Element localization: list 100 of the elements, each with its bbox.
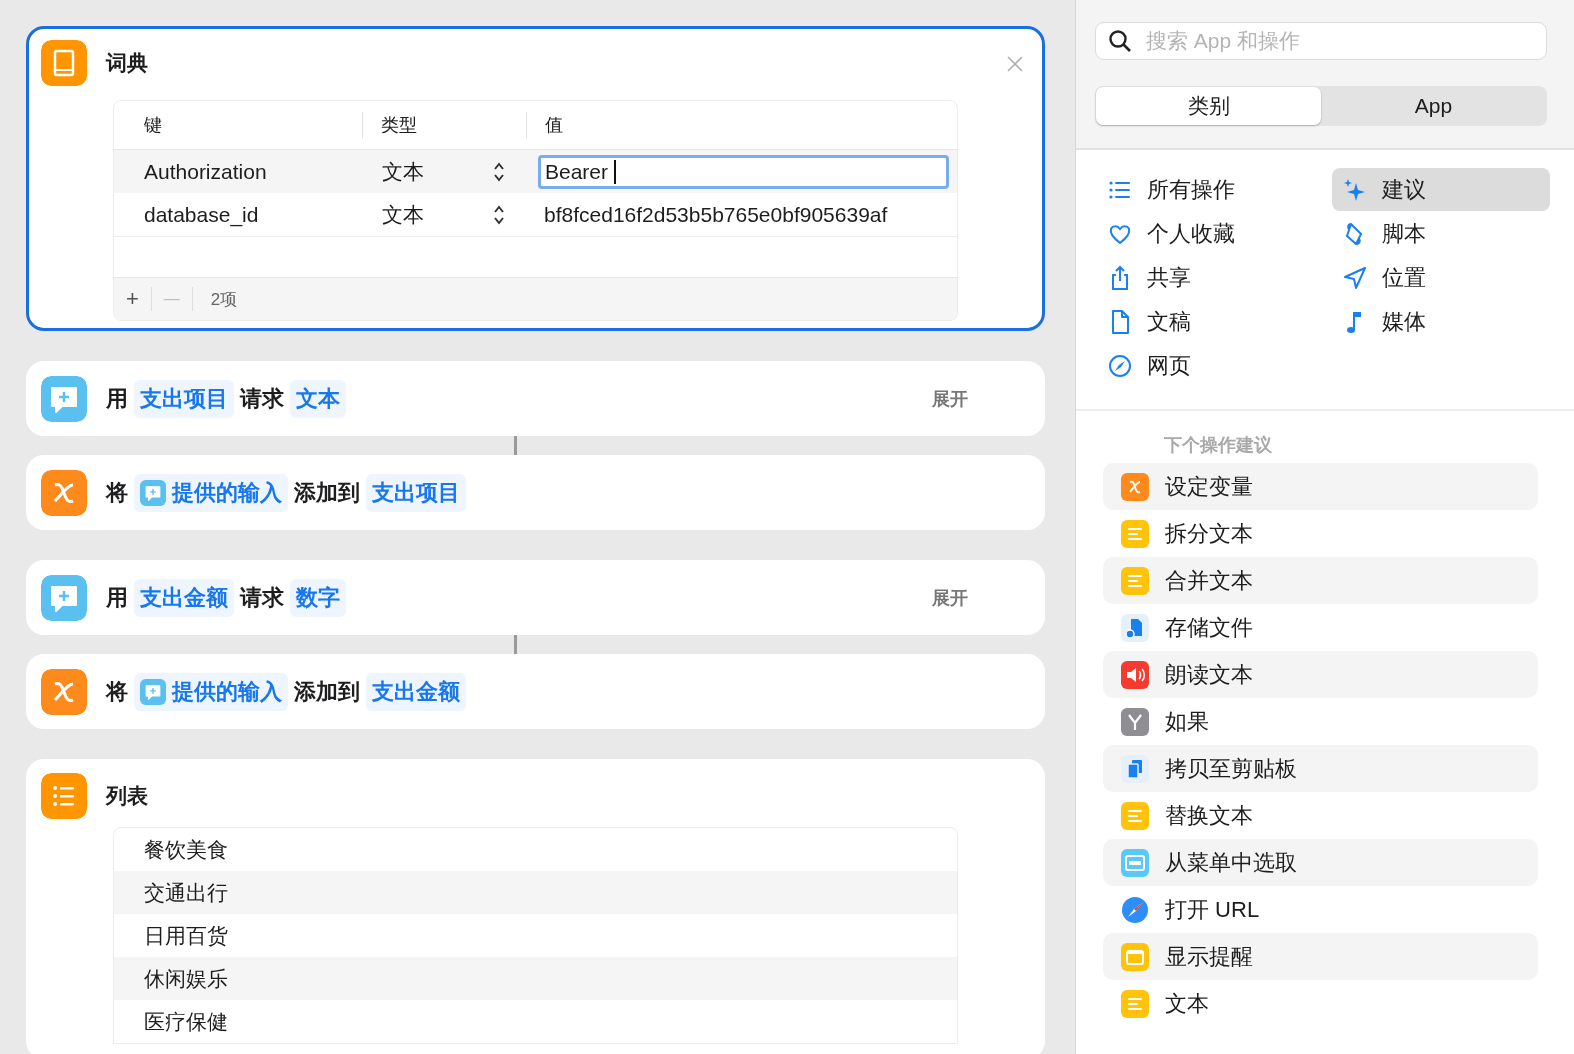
variable-token[interactable]: 提供的输入 (134, 473, 288, 512)
search-input[interactable]: 搜索 App 和操作 (1146, 26, 1534, 56)
category-label: 位置 (1382, 263, 1426, 292)
category-item[interactable]: 脚本 (1332, 212, 1550, 255)
category-label: 个人收藏 (1147, 219, 1235, 248)
suggestion-item[interactable]: 设定变量 (1103, 463, 1538, 510)
suggestion-label: 从菜单中选取 (1165, 848, 1297, 877)
column-header: 键 (143, 114, 163, 137)
value-field[interactable]: Bearer (538, 154, 949, 189)
action-text: 用 (106, 583, 128, 612)
speech-bubble-icon (140, 479, 166, 506)
variable-token[interactable]: 支出金额 (366, 672, 466, 711)
suggestion-label: 朗读文本 (1165, 660, 1253, 689)
category-item[interactable]: 个人收藏 (1097, 212, 1332, 255)
item-count: 2项 (209, 288, 238, 311)
branch-icon (1121, 707, 1149, 736)
list-item: 日用百货 (143, 922, 229, 949)
category-label: 建议 (1382, 175, 1426, 204)
card-title: 列表 (106, 783, 148, 809)
action-text: 将 (106, 478, 128, 507)
category-label: 脚本 (1382, 219, 1426, 248)
text-icon (1121, 801, 1149, 830)
value-cell-text: bf8fced16f2d53b5b765e0bf905639af (543, 202, 889, 227)
variable-token[interactable]: 支出项目 (366, 473, 466, 512)
suggestion-item[interactable]: 拆分文本 (1103, 510, 1538, 557)
suggestion-label: 存储文件 (1165, 613, 1253, 642)
list-item: 交通出行 (114, 871, 957, 914)
variable-token[interactable]: 数字 (290, 578, 346, 617)
variable-token[interactable]: 支出金额 (134, 578, 234, 617)
clipboard-icon (1121, 754, 1149, 783)
suggestion-item[interactable]: 打开 URL (1103, 886, 1538, 933)
expand-link[interactable]: 展开 (932, 386, 968, 411)
speaker-icon (1121, 660, 1149, 689)
suggestion-label: 拷贝至剪贴板 (1165, 754, 1297, 783)
column-header: 类型 (362, 112, 526, 138)
text-icon (1121, 519, 1149, 548)
key-cell-text: Authorization (143, 159, 268, 184)
action-text: 用 (106, 384, 128, 413)
speech-bubble-icon (41, 375, 87, 422)
variable-token[interactable]: 支出项目 (134, 379, 234, 418)
suggestion-item[interactable]: 存储文件 (1103, 604, 1538, 651)
window-icon (1121, 942, 1149, 971)
variable-icon (41, 469, 87, 516)
suggestion-item[interactable]: 替换文本 (1103, 792, 1538, 839)
compass-icon (1107, 352, 1133, 379)
segmented-control[interactable]: 类别 App (1095, 86, 1547, 126)
compass-icon (1121, 895, 1149, 924)
add-button[interactable]: + (114, 287, 152, 311)
suggestion-item[interactable]: 文本 (1103, 980, 1538, 1027)
category-item[interactable]: 文稿 (1097, 300, 1332, 343)
type-popup[interactable]: 文本 (382, 157, 424, 186)
menu-icon (1121, 848, 1149, 877)
category-label: 网页 (1147, 351, 1191, 380)
list-icon (41, 773, 87, 819)
category-item[interactable]: 建议 (1332, 168, 1550, 211)
category-label: 文稿 (1147, 307, 1191, 336)
suggestion-label: 显示提醒 (1165, 942, 1253, 971)
category-label: 所有操作 (1147, 175, 1235, 204)
suggestion-item[interactable]: 朗读文本 (1103, 651, 1538, 698)
speech-bubble-icon (41, 574, 87, 621)
category-item[interactable]: 所有操作 (1097, 168, 1332, 211)
suggestion-item[interactable]: 合并文本 (1103, 557, 1538, 604)
text-icon (1121, 989, 1149, 1018)
segment-tab[interactable]: 类别 (1096, 87, 1321, 125)
suggestion-label: 替换文本 (1165, 801, 1253, 830)
suggestion-item[interactable]: 从菜单中选取 (1103, 839, 1538, 886)
action-text: 请求 (240, 384, 284, 413)
file-icon (1121, 613, 1149, 642)
action-text: 添加到 (294, 478, 360, 507)
suggestion-item[interactable]: 显示提醒 (1103, 933, 1538, 980)
speech-bubble-icon (140, 678, 166, 705)
section-heading: 下个操作建议 (1163, 434, 1273, 457)
suggestion-item[interactable]: 如果 (1103, 698, 1538, 745)
key-cell-text: database_id (143, 202, 260, 227)
category-item[interactable]: 共享 (1097, 256, 1332, 299)
type-popup[interactable]: 文本 (382, 200, 424, 229)
suggestion-label: 合并文本 (1165, 566, 1253, 595)
action-text: 请求 (240, 583, 284, 612)
category-item[interactable]: 网页 (1097, 344, 1332, 387)
search-icon (1108, 29, 1132, 53)
search-field[interactable]: 搜索 App 和操作 (1095, 22, 1547, 60)
variable-icon (1121, 472, 1149, 501)
text-icon (1121, 566, 1149, 595)
category-item[interactable]: 位置 (1332, 256, 1550, 299)
list-item: 医疗保健 (143, 1008, 229, 1035)
suggestion-label: 打开 URL (1165, 895, 1260, 924)
category-item[interactable]: 媒体 (1332, 300, 1550, 343)
card-title: 词典 (106, 50, 148, 76)
column-header: 值 (526, 112, 957, 138)
list-item: 休闲娱乐 (114, 957, 957, 1000)
segment-tab[interactable]: App (1321, 87, 1546, 125)
expand-link[interactable]: 展开 (932, 585, 968, 610)
list-item: 餐饮美食 (143, 836, 229, 863)
suggestion-label: 设定变量 (1165, 472, 1253, 501)
variable-icon (41, 668, 87, 715)
variable-token[interactable]: 提供的输入 (134, 672, 288, 711)
suggestion-item[interactable]: 拷贝至剪贴板 (1103, 745, 1538, 792)
variable-token[interactable]: 文本 (290, 379, 346, 418)
suggestion-label: 如果 (1165, 707, 1209, 736)
location-arrow-icon (1342, 264, 1368, 291)
